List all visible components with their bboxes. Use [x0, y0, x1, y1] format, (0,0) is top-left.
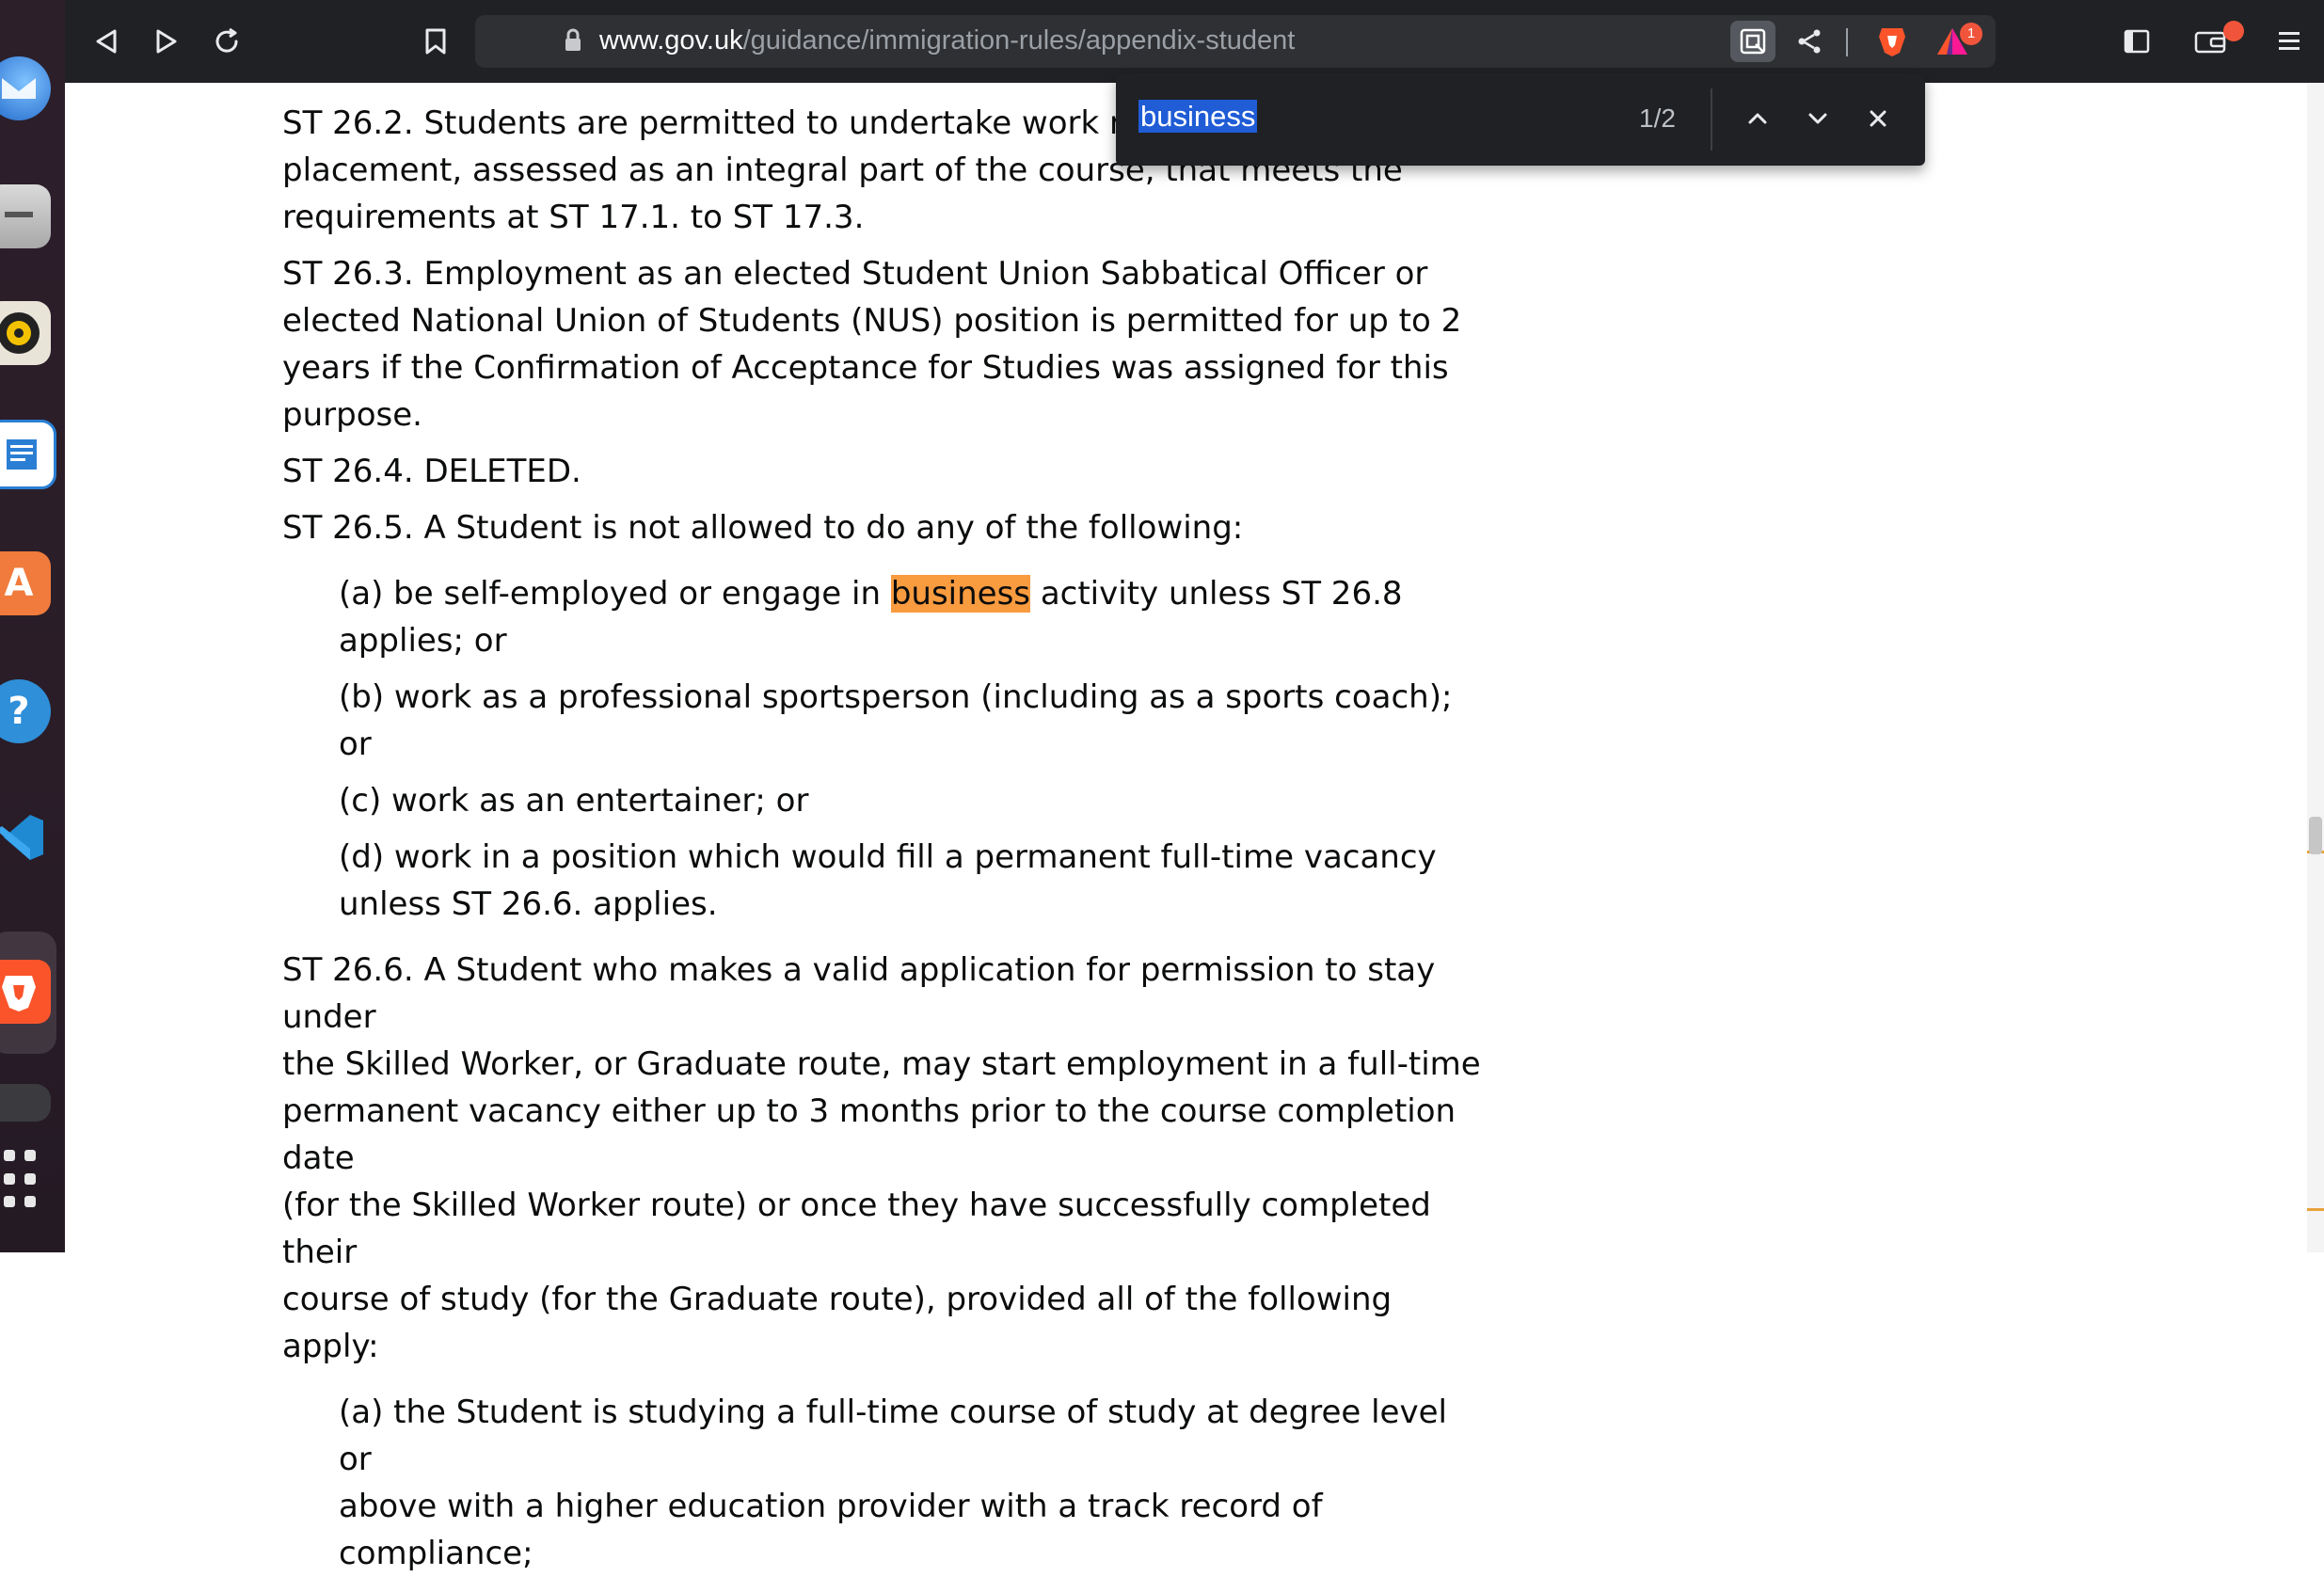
wallet-notification-dot: [2223, 21, 2244, 41]
ubuntu-dock: A ?: [0, 0, 65, 1252]
rule-st26-5-a-line2: applies; or: [339, 622, 507, 660]
url-host: www.gov.uk: [599, 25, 743, 56]
rule-st26-3-line1: ST 26.3. Employment as an elected Studen…: [282, 255, 1428, 293]
find-highlight-current: business: [890, 575, 1031, 613]
find-input[interactable]: business: [1138, 98, 1609, 139]
help-icon[interactable]: ?: [0, 679, 51, 743]
toolbar-divider: [1846, 28, 1848, 56]
thunderbird-icon[interactable]: [0, 56, 51, 120]
rule-st26-6-line4: (for the Skilled Worker route) or once t…: [282, 1187, 1431, 1271]
url-text[interactable]: www.gov.uk/guidance/immigration-rules/ap…: [599, 22, 1295, 59]
software-center-icon[interactable]: A: [0, 551, 51, 615]
rule-st26-5-d-line1: (d) work in a position which would fill …: [339, 838, 1437, 876]
terminal-icon[interactable]: [0, 1084, 51, 1122]
rhythmbox-icon[interactable]: [0, 301, 51, 365]
rule-st26-2-line3: requirements at ST 17.1. to ST 17.3.: [282, 199, 865, 236]
brave-icon[interactable]: [0, 960, 51, 1024]
rule-st26-6-line2: the Skilled Worker, or Graduate route, m…: [282, 1045, 1481, 1083]
rule-st26-5-a-line1: (a) be self-employed or engage in busine…: [282, 570, 1487, 617]
rule-st26-3-line4: purpose.: [282, 396, 422, 434]
scrollbar-thumb[interactable]: [2309, 817, 2322, 854]
bookmark-icon[interactable]: [411, 17, 460, 66]
rule-st26-6-a-line2: above with a higher education provider w…: [339, 1488, 1323, 1572]
find-divider: [1711, 88, 1712, 151]
back-icon[interactable]: [82, 17, 131, 66]
rewards-badge: 1: [1960, 23, 1982, 45]
rule-st26-6-line3: permanent vacancy either up to 3 months …: [282, 1092, 1456, 1177]
rule-st26-6-a-line1: (a) the Student is studying a full-time …: [339, 1394, 1447, 1478]
brave-shields-icon[interactable]: [1868, 17, 1917, 66]
rule-st26-3-line3: years if the Confirmation of Acceptance …: [282, 349, 1449, 387]
files-icon[interactable]: [0, 184, 51, 248]
forward-icon[interactable]: [142, 17, 191, 66]
scrollbar-match-marker: [2307, 1208, 2324, 1211]
url-path: /guidance/immigration-rules/appendix-stu…: [742, 25, 1296, 56]
show-apps-icon[interactable]: [4, 1150, 36, 1210]
find-next-icon[interactable]: [1799, 100, 1837, 137]
vscode-icon[interactable]: [0, 805, 51, 869]
libreoffice-writer-icon[interactable]: [0, 420, 56, 489]
find-match-count: 1/2: [1639, 104, 1676, 133]
rule-st26-5-b: (b) work as a professional sportsperson …: [339, 678, 1453, 763]
find-previous-icon[interactable]: [1739, 100, 1776, 137]
qr-code-icon[interactable]: [1730, 21, 1775, 62]
menu-icon[interactable]: [2265, 17, 2314, 66]
page-content: ST 26.2. Students are permitted to under…: [282, 100, 1487, 1577]
rule-st26-5-c: (c) work as an entertainer; or: [339, 782, 809, 820]
rule-st26-4: ST 26.4. DELETED.: [282, 453, 581, 490]
rule-st26-5-a-text-end: activity unless ST 26.8: [1030, 575, 1403, 613]
share-icon[interactable]: [1785, 17, 1834, 66]
rule-st26-5: ST 26.5. A Student is not allowed to do …: [282, 509, 1244, 547]
rule-st26-6-line1: ST 26.6. A Student who makes a valid app…: [282, 951, 1436, 1036]
browser-toolbar: www.gov.uk/guidance/immigration-rules/ap…: [65, 0, 2324, 83]
rule-st26-5-d-line2: unless ST 26.6. applies.: [339, 885, 718, 923]
rule-st26-6-line5: course of study (for the Graduate route)…: [282, 1281, 1393, 1365]
lock-icon[interactable]: [564, 28, 582, 56]
find-close-icon[interactable]: [1859, 100, 1897, 137]
reload-icon[interactable]: [202, 17, 251, 66]
find-bar: business 1/2: [1116, 73, 1925, 166]
page-scrollbar[interactable]: [2307, 83, 2324, 1252]
rule-st26-5-a-text: (a) be self-employed or engage in: [339, 575, 891, 613]
rule-st26-3-line2: elected National Union of Students (NUS)…: [282, 302, 1462, 340]
sidebar-toggle-icon[interactable]: [2112, 17, 2161, 66]
find-query: business: [1138, 100, 1258, 133]
